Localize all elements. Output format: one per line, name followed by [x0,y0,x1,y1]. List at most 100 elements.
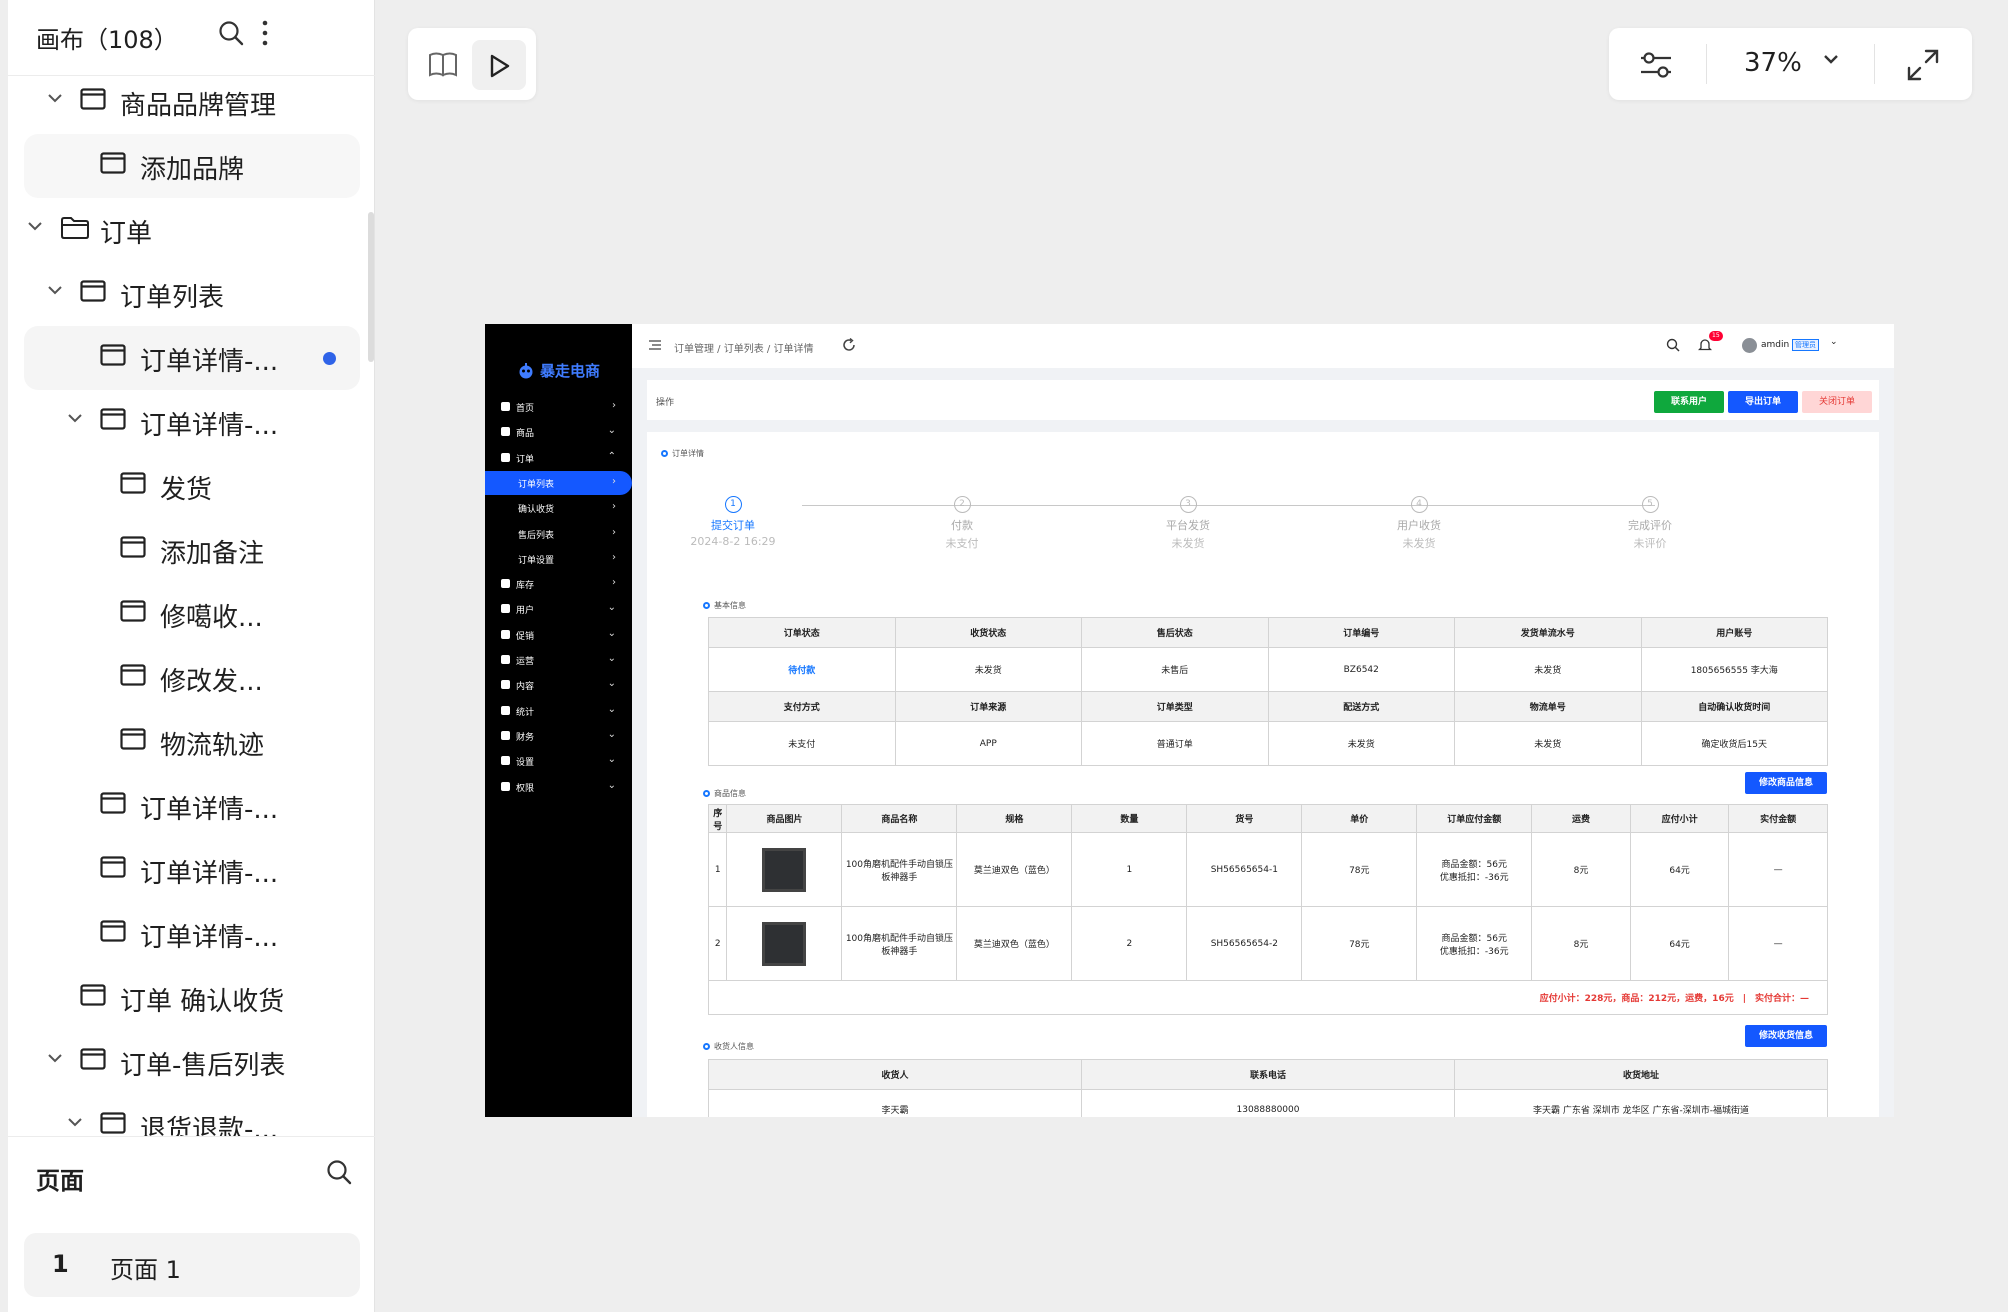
layer-label: 修噶收... [160,603,263,633]
play-button[interactable] [472,40,526,90]
layer-item[interactable]: 订单详情-... [24,326,360,390]
step-item: 4 用户收货 未发货 [1349,496,1489,551]
menu-item[interactable]: 运营 ⌄ [485,648,632,672]
table-cell: 物流单号 [1454,691,1642,722]
menu-item[interactable]: 用户 ⌄ [485,597,632,621]
layer-item[interactable]: 订单详情-... [24,774,360,838]
menu-icon [501,427,510,437]
layer-item[interactable]: 退货退款-... [24,1094,360,1136]
menu-item[interactable]: 售后列表 › [485,522,632,546]
chevron-down-icon[interactable] [66,412,84,424]
layer-item[interactable]: 商品品牌管理 [24,76,360,134]
table-cell: 李天霸 [708,1089,1082,1117]
frame-preview[interactable]: 暴走电商 首页 › 商品 ⌄ 订单 ⌃ 订单列表 › 确认收货 › 售后列表 › 订单设置 › 库存 › 用户 ⌄… [485,324,1894,1117]
table-cell: 订单来源 [894,691,1082,722]
frame-icon [120,472,146,494]
menu-label: 库存 [516,581,535,592]
fullscreen-icon[interactable] [1906,48,1940,82]
zoom-level[interactable]: 37% [1744,48,1802,78]
search-icon[interactable] [218,20,244,46]
refresh-icon[interactable] [842,338,856,352]
pages-section: 页面 1 页面 1 [8,1136,375,1312]
menu-arrow-icon: ⌄ [607,754,616,766]
frame-icon [100,920,126,942]
chevron-down-icon[interactable] [46,284,64,296]
layer-label: 订单详情-... [140,347,279,377]
layer-item[interactable]: 订单详情-... [24,838,360,902]
view-toolbar [408,28,536,100]
table-cell: 自动确认收货时间 [1640,691,1828,722]
breadcrumb: 订单管理 / 订单列表 / 订单详情 [674,344,814,355]
chevron-down-icon[interactable] [46,92,64,104]
table-cell: 1805656555 李大海 [1640,647,1828,692]
menu-item[interactable]: 库存 › [485,572,632,596]
layer-item[interactable]: 订单列表 [24,262,360,326]
table-cell: 订单编号 [1267,617,1455,648]
layers-panel: 画布（108） 商品品牌管理 添加品牌 订单 订单列表 订单详情-... 订单详情-...… [8,0,375,1312]
export-order-button[interactable]: 导出订单 [1728,391,1798,413]
page-item[interactable]: 1 页面 1 [24,1233,360,1297]
menu-item[interactable]: 权限 ⌄ [485,775,632,799]
layer-item[interactable]: 修噶收... [24,582,360,646]
layer-label: 订单 确认收货 [120,987,285,1017]
scrollbar[interactable] [368,212,374,362]
table-cell: 未发货 [1454,721,1642,766]
layer-item[interactable]: 订单详情-... [24,390,360,454]
menu-label: 权限 [516,783,535,794]
menu-item[interactable]: 设置 ⌄ [485,749,632,773]
edit-receiver-button[interactable]: 修改收货信息 [1745,1025,1827,1047]
layer-item[interactable]: 发货 [24,454,360,518]
bell-icon[interactable] [1698,338,1712,352]
menu-item[interactable]: 内容 ⌄ [485,673,632,697]
layer-item[interactable]: 添加备注 [24,518,360,582]
table-row: 支付方式 订单来源 订单类型 配送方式 物流单号 自动确认收货时间 [708,691,1828,722]
table-header-cell: 收货人 [708,1059,1082,1090]
menu-item[interactable]: 首页 › [485,395,632,419]
menu-item[interactable]: 订单列表 › [485,470,632,495]
chevron-down-icon[interactable] [66,1116,84,1128]
user-name[interactable]: amdin [1761,340,1789,350]
freight: 8元 [1531,832,1631,907]
search-icon[interactable] [326,1159,352,1185]
table-row: 1 100角磨机配件手动自锁压板神器手 莫兰迪双色（蓝色） 1 SH56565654-1… [707,832,1828,907]
layer-item[interactable]: 订单详情-... [24,902,360,966]
more-vertical-icon[interactable] [260,20,270,46]
settings-sliders-icon[interactable] [1639,48,1673,82]
layer-label: 添加备注 [160,539,265,569]
menu-item[interactable]: 促销 ⌄ [485,623,632,647]
layer-item[interactable]: 订单-售后列表 [24,1030,360,1094]
menu-label: 订单列表 [518,479,555,490]
frame-icon [100,408,126,430]
book-icon[interactable] [428,50,458,78]
menu-label: 用户 [516,606,535,617]
layer-label: 订单详情-... [140,795,279,825]
chevron-down-icon[interactable] [26,220,44,232]
menu-item[interactable]: 订单设置 › [485,547,632,571]
search-icon[interactable] [1666,338,1680,352]
payable-discount: 优惠抵扣：-36元 [1439,946,1509,957]
menu-item[interactable]: 订单 ⌃ [485,446,632,470]
edit-goods-button[interactable]: 修改商品信息 [1745,772,1827,794]
close-order-button[interactable]: 关闭订单 [1802,391,1872,413]
menu-item[interactable]: 统计 ⌄ [485,699,632,723]
menu-arrow-icon: ⌄ [607,425,616,437]
menu-item[interactable]: 商品 ⌄ [485,420,632,444]
layer-item[interactable]: 修改发... [24,646,360,710]
menu-toggle-icon[interactable] [648,338,662,352]
menu-item[interactable]: 确认收货 › [485,496,632,520]
table-header: 收货人 联系电话 收货地址 [708,1059,1828,1090]
pages-title: 页面 [36,1167,84,1195]
layer-item[interactable]: 添加品牌 [24,134,360,198]
chevron-down-icon[interactable]: ⌄ [1830,337,1838,347]
ops-label: 操作 [656,398,675,408]
chevron-down-icon[interactable] [1822,53,1840,67]
frame-icon [120,536,146,558]
layer-item[interactable]: 订单 确认收货 [24,966,360,1030]
chevron-down-icon[interactable] [46,1052,64,1064]
contact-user-button[interactable]: 联系用户 [1654,391,1724,413]
menu-item[interactable]: 财务 ⌄ [485,724,632,748]
layer-item[interactable]: 物流轨迹 [24,710,360,774]
layer-item[interactable]: 订单 [24,198,360,262]
table-header-cell: 联系电话 [1081,1059,1455,1090]
avatar[interactable] [1742,338,1757,353]
